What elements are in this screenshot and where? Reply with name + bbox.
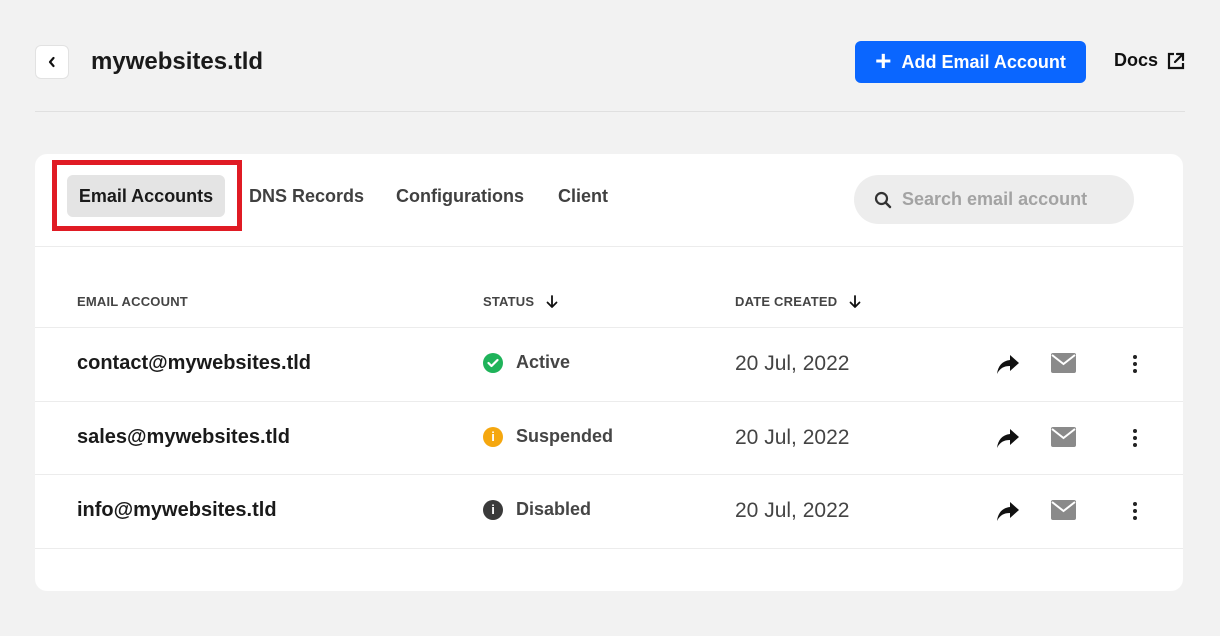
table-row[interactable]: sales@mywebsites.tld i Suspended 20 Jul,… [35,401,1183,475]
email-accounts-card: Email Accounts DNS Records Configuration… [35,154,1183,591]
status-cell: i Suspended [483,426,613,447]
date-created: 20 Jul, 2022 [735,352,850,375]
arrow-down-icon [849,294,861,308]
table-bottom-divider [35,548,1183,549]
header-divider [35,111,1185,112]
status-label: Disabled [516,499,592,519]
column-header-status[interactable]: STATUS [483,294,558,309]
docs-link[interactable]: Docs [1114,50,1186,71]
search-box [854,175,1134,224]
column-email-label: EMAIL ACCOUNT [77,294,188,309]
highlight-box [52,160,242,231]
forward-icon[interactable] [995,426,1021,450]
add-email-account-label: Add Email Account [901,51,1066,72]
mail-icon[interactable] [1050,352,1077,374]
arrow-down-icon [546,294,558,308]
table-row[interactable]: info@mywebsites.tld i Disabled 20 Jul, 2… [35,474,1183,548]
status-cell: i Disabled [483,499,591,520]
email-address[interactable]: contact@mywebsites.tld [77,352,311,375]
plus-icon: + [875,44,892,76]
tab-bar: Email Accounts DNS Records Configuration… [35,154,1183,247]
email-address[interactable]: sales@mywebsites.tld [77,426,290,449]
mail-icon[interactable] [1050,499,1077,521]
date-created: 20 Jul, 2022 [735,426,850,449]
more-vertical-icon[interactable] [1125,352,1145,376]
info-circle-icon: i [483,426,503,447]
column-header-email[interactable]: EMAIL ACCOUNT [77,294,188,309]
status-label: Suspended [516,426,614,446]
more-vertical-icon[interactable] [1125,499,1145,523]
mail-icon[interactable] [1050,426,1077,448]
check-circle-icon [483,352,503,373]
page-header: mywebsites.tld + Add Email Account Docs [35,40,1185,85]
more-vertical-icon[interactable] [1125,426,1145,450]
tab-client[interactable]: Client [558,175,615,217]
docs-label: Docs [1114,50,1159,70]
tab-configurations[interactable]: Configurations [396,175,524,217]
page-title: mywebsites.tld [91,48,264,75]
forward-icon[interactable] [995,499,1021,523]
column-header-date-created[interactable]: DATE CREATED [735,294,861,309]
add-email-account-button[interactable]: + Add Email Account [855,41,1086,83]
tab-dns-records[interactable]: DNS Records [249,175,364,217]
search-icon [874,191,892,208]
status-label: Active [516,352,571,372]
email-address[interactable]: info@mywebsites.tld [77,499,277,522]
forward-icon[interactable] [995,352,1021,376]
column-date-label: DATE CREATED [735,294,838,309]
column-status-label: STATUS [483,294,535,309]
back-button[interactable] [35,45,69,79]
table-row[interactable]: contact@mywebsites.tld Active 20 Jul, 20… [35,327,1183,401]
search-input[interactable] [902,189,1122,210]
date-created: 20 Jul, 2022 [735,499,850,522]
info-circle-icon: i [483,499,503,520]
chevron-left-icon [48,56,55,68]
external-link-icon [1167,52,1185,69]
status-cell: Active [483,352,570,373]
